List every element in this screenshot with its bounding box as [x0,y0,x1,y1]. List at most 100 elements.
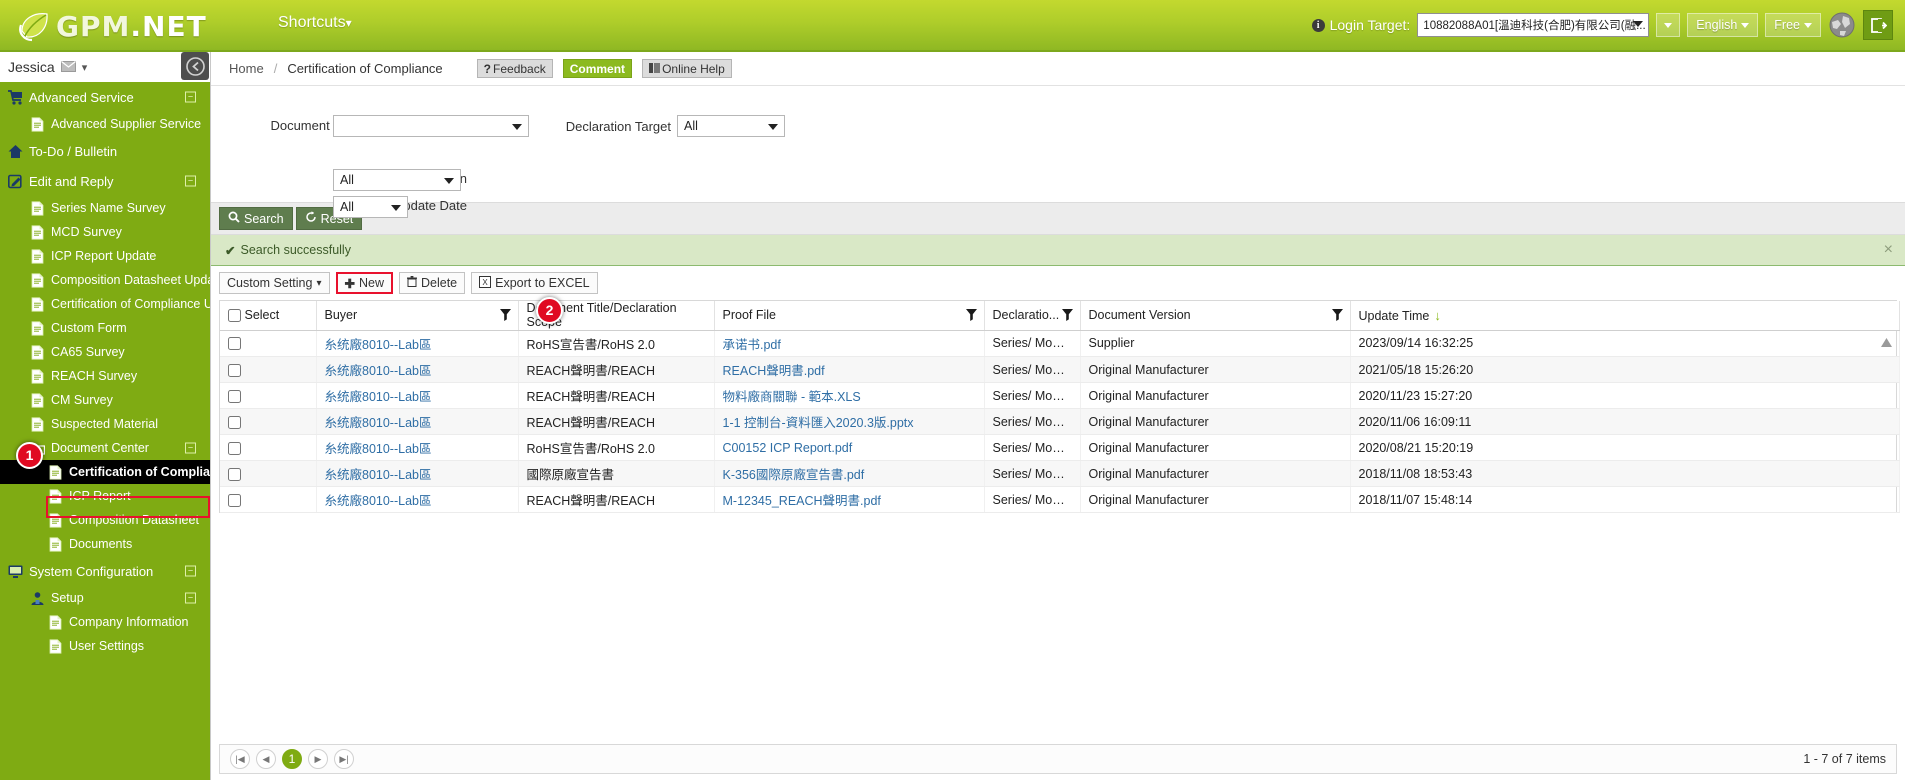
sidebar-item-icp-report[interactable]: ICP Report [0,484,210,508]
table-row[interactable]: 糸统廠8010--Lab區 REACH聲明書/REACH REACH聲明書.pdf S… [220,356,1900,383]
filter-icon[interactable] [1331,309,1343,324]
shortcuts-menu[interactable]: Shortcuts▾ [278,14,352,32]
proof-file-link[interactable]: M-12345_REACH聲明書.pdf [723,494,881,508]
filter-icon[interactable] [965,309,977,324]
column-header-buyer[interactable]: Buyer [316,301,519,331]
row-select-cell[interactable] [220,330,317,357]
row-checkbox[interactable] [228,493,241,507]
buyer-link[interactable]: 糸统廠8010--Lab區 [325,338,432,352]
sidebar-item-edit-and-reply[interactable]: Edit and Reply − [0,166,210,196]
proof-file-link[interactable]: C00152 ICP Report.pdf [723,441,853,455]
sidebar-item-composition-datasheet-update[interactable]: Composition Datasheet Update [0,268,210,292]
buyer-link[interactable]: 糸统廠8010--Lab區 [325,494,432,508]
breadcrumb-home[interactable]: Home [229,61,264,76]
collapse-toggle-icon[interactable]: − [185,175,196,187]
document-version-select[interactable]: All [333,169,461,191]
sidebar-item-certification-of-compliance-update[interactable]: Certification of Compliance Update [0,292,210,316]
column-header-select[interactable]: Select [220,301,317,331]
column-header-declaratio[interactable]: Declaratio... [984,301,1081,331]
row-select-cell[interactable] [220,460,317,487]
sidebar-item-custom-form[interactable]: Custom Form [0,316,210,340]
buyer-link[interactable]: 糸统廠8010--Lab區 [325,416,432,430]
plan-button[interactable]: Free [1765,13,1821,37]
online-help-button[interactable]: Online Help [642,59,732,78]
sidebar-item-cm-survey[interactable]: CM Survey [0,388,210,412]
row-select-cell[interactable] [220,382,317,409]
table-row[interactable]: 糸统廠8010--Lab區 國際原廠宣告書 K-356國際原廠宣告書.pdf Seri… [220,460,1900,487]
proof-file-link[interactable]: 承诺书.pdf [723,338,781,352]
filter-icon[interactable] [499,309,511,324]
table-row[interactable]: 糸统廠8010--Lab區 RoHS宣告書/RoHS 2.0 承诺书.pdf Seri… [220,330,1900,357]
language-button[interactable]: English [1687,13,1759,37]
row-select-cell[interactable] [220,408,317,435]
export-excel-button[interactable]: X Export to EXCEL [471,272,598,294]
sidebar-item-setup[interactable]: Setup − [0,586,210,610]
next-page-button[interactable]: ▶ [308,749,328,769]
proof-file-link[interactable]: K-356國際原廠宣告書.pdf [723,468,865,482]
collapse-toggle-icon[interactable]: − [185,442,196,454]
filter-icon[interactable] [1061,309,1073,324]
proof-file-link[interactable]: 物料廠商關聯 - 範本.XLS [723,390,861,404]
sidebar-item-advanced-supplier-service[interactable]: Advanced Supplier Service [0,112,210,136]
proof-file-link[interactable]: REACH聲明書.pdf [723,364,825,378]
document-title-select[interactable] [333,115,529,137]
select-all-checkbox[interactable] [228,309,241,323]
page-button-1[interactable]: 1 [282,749,302,769]
user-row[interactable]: Jessica ▾ [0,52,210,82]
row-checkbox[interactable] [228,441,241,455]
sidebar-collapse-button[interactable] [181,52,209,80]
declaration-target-select[interactable]: All [677,115,785,137]
app-logo[interactable]: GPM.NET [18,6,207,46]
sidebar-item-to-do-bulletin[interactable]: To-Do / Bulletin [0,136,210,166]
sidebar-item-composition-datasheet[interactable]: Composition Datasheet [0,508,210,532]
sidebar-item-advanced-service[interactable]: Advanced Service − [0,82,210,112]
mail-icon[interactable] [60,60,76,75]
row-select-cell[interactable] [220,486,317,513]
collapse-toggle-icon[interactable]: − [185,91,196,103]
row-checkbox[interactable] [228,467,241,481]
last-page-button[interactable]: ▶| [334,749,354,769]
buyer-link[interactable]: 糸统廠8010--Lab區 [325,390,432,404]
table-row[interactable]: 糸统廠8010--Lab區 REACH聲明書/REACH 物料廠商關聯 - 範本.X… [220,382,1900,409]
column-header-update-time[interactable]: Update Time ↓ [1350,301,1900,331]
collapse-toggle-icon[interactable]: − [185,565,196,577]
feedback-button[interactable]: ? Feedback [476,59,553,78]
sidebar-item-company-information[interactable]: Company Information [0,610,210,634]
proof-file-link[interactable]: 1-1 控制台-資料匯入2020.3版.pptx [723,416,914,430]
first-page-button[interactable]: |◀ [230,749,250,769]
custom-setting-button[interactable]: Custom Setting ▾ [219,272,330,294]
sidebar-item-suspected-material[interactable]: Suspected Material [0,412,210,436]
delete-button[interactable]: Delete [399,272,466,294]
comment-button[interactable]: Comment [562,59,633,78]
login-target-select[interactable]: 10882088A01[溫迪科技(合肥)有限公司(融... [1417,13,1650,37]
sidebar-item-user-settings[interactable]: User Settings [0,634,210,658]
update-date-select[interactable]: All [333,196,408,218]
row-checkbox[interactable] [228,337,241,351]
buyer-link[interactable]: 糸统廠8010--Lab區 [325,364,432,378]
buyer-link[interactable]: 糸统廠8010--Lab區 [325,442,432,456]
sidebar-item-system-configuration[interactable]: System Configuration − [0,556,210,586]
table-row[interactable]: 糸统廠8010--Lab區 REACH聲明書/REACH 1-1 控制台-資料匯入2… [220,408,1900,435]
globe-icon[interactable] [1828,11,1856,39]
row-checkbox[interactable] [228,363,241,377]
row-checkbox[interactable] [228,389,241,403]
collapse-toggle-icon[interactable]: − [185,592,196,604]
user-menu-chevron-icon[interactable]: ▾ [82,61,88,74]
column-header-document-version[interactable]: Document Version [1080,301,1351,331]
sort-desc-icon[interactable]: ↓ [1434,308,1441,323]
sidebar-item-mcd-survey[interactable]: MCD Survey [0,220,210,244]
buyer-link[interactable]: 糸统廠8010--Lab區 [325,468,432,482]
column-header-proof-file[interactable]: Proof File [714,301,985,331]
prev-page-button[interactable]: ◀ [256,749,276,769]
table-row[interactable]: 糸统廠8010--Lab區 RoHS宣告書/RoHS 2.0 C00152 ICP … [220,434,1900,461]
extra-dropdown-button[interactable] [1656,13,1681,37]
scroll-up-arrow-icon[interactable] [1881,335,1892,350]
sidebar-item-series-name-survey[interactable]: Series Name Survey [0,196,210,220]
close-icon[interactable]: × [1884,241,1893,259]
sidebar-item-ca65-survey[interactable]: CA65 Survey [0,340,210,364]
table-row[interactable]: 糸统廠8010--Lab區 REACH聲明書/REACH M-12345_REACH… [220,486,1900,513]
sidebar-item-reach-survey[interactable]: REACH Survey [0,364,210,388]
row-select-cell[interactable] [220,434,317,461]
sidebar-item-documents[interactable]: Documents [0,532,210,556]
sidebar-item-icp-report-update[interactable]: ICP Report Update [0,244,210,268]
